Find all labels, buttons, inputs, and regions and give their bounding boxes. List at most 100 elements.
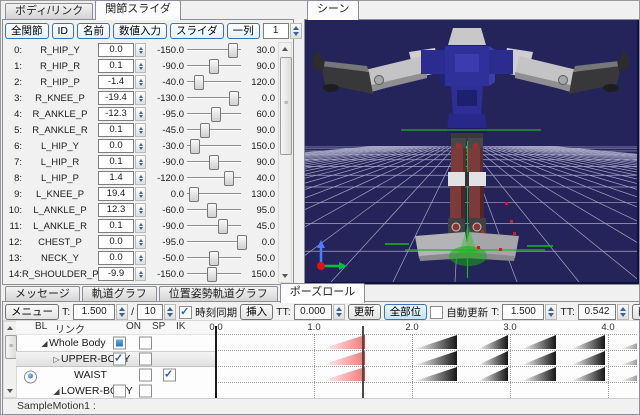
joint-value-input[interactable]: 0.1 [98, 155, 134, 169]
spin-down-icon[interactable] [139, 259, 143, 262]
spin-down-icon[interactable] [139, 147, 143, 150]
keyframe-wedge[interactable] [571, 351, 605, 365]
transition-time-spinner[interactable]: 0.000 [294, 304, 345, 320]
keyframe-wedge[interactable] [522, 335, 556, 349]
keyframe-wedge[interactable] [620, 367, 637, 381]
keyframe-wedge[interactable] [522, 351, 556, 365]
all-parts-button[interactable]: 全部位 [384, 304, 428, 320]
timeline-zero-line[interactable] [215, 326, 217, 398]
pose-roll-tab[interactable]: 位置姿勢軌道グラフ [159, 286, 278, 302]
joint-slider[interactable] [186, 122, 242, 138]
slider-handle[interactable] [189, 187, 199, 202]
timeline-ruler[interactable]: 0.01.02.03.04.0 [216, 321, 637, 334]
spinner-arrows-icon[interactable] [164, 304, 176, 320]
pose-timeline[interactable]: 0.01.02.03.04.0 [216, 321, 637, 398]
joint-slider[interactable] [186, 138, 242, 154]
joint-value-spinner-icon[interactable] [135, 171, 146, 185]
joint-value-input[interactable]: -19.4 [98, 91, 134, 105]
spin-down-icon[interactable] [119, 313, 125, 317]
sp-checkbox[interactable] [139, 353, 152, 366]
joint-slider[interactable] [186, 202, 242, 218]
spin-up-icon[interactable] [139, 223, 143, 226]
keyframe-wedge[interactable] [415, 351, 457, 365]
keyframe-wedge[interactable] [478, 335, 508, 349]
spin-down-icon[interactable] [139, 163, 143, 166]
keyframe-wedge-selected[interactable] [321, 335, 365, 349]
tree-row-lower-body[interactable]: ◢LOWER-BODY [16, 383, 216, 399]
keyframe-wedge[interactable] [571, 335, 605, 349]
spin-up-icon[interactable] [139, 207, 143, 210]
spinner-value[interactable]: 1 [263, 23, 289, 39]
spin-up-icon[interactable] [139, 47, 143, 50]
spin-up-icon[interactable] [139, 239, 143, 242]
scrollbar-thumb[interactable]: ≡ [280, 57, 292, 155]
keyframe-wedge-selected[interactable] [321, 351, 365, 365]
timeline-grid[interactable] [216, 334, 637, 398]
spin-up-icon[interactable] [139, 127, 143, 130]
menu-button[interactable]: メニュー [5, 304, 59, 320]
tree-row-whole-body[interactable]: ◢Whole Body [16, 335, 216, 351]
ik-checkbox[interactable] [163, 369, 176, 382]
spin-down-icon[interactable] [139, 275, 143, 278]
keyframe-wedge[interactable] [620, 335, 637, 349]
timeline-time-cursor[interactable] [362, 326, 364, 398]
spinner-arrows-icon[interactable] [290, 23, 302, 39]
on-checkbox[interactable] [113, 385, 126, 398]
spin-down-icon[interactable] [139, 243, 143, 246]
spin-down-icon[interactable] [139, 67, 143, 70]
joint-value-spinner-icon[interactable] [135, 155, 146, 169]
spin-down-icon[interactable] [139, 83, 143, 86]
scene-view[interactable] [304, 19, 640, 285]
pose-transition-time-spinner[interactable]: 0.542 [578, 304, 629, 320]
scroll-up-icon[interactable] [279, 43, 291, 55]
slider-handle[interactable] [211, 107, 221, 122]
current-time-spinner[interactable]: 1.500 [73, 304, 128, 320]
columns-spinner[interactable]: 1 [263, 23, 302, 39]
joint-value-spinner-icon[interactable] [135, 187, 146, 201]
spin-up-icon[interactable] [293, 26, 299, 30]
tree-scrollbar[interactable]: ≡ [3, 321, 17, 398]
joint-slider[interactable] [186, 42, 242, 58]
keyframe-wedge[interactable] [478, 351, 508, 365]
slider-handle[interactable] [228, 43, 238, 58]
sp-checkbox[interactable] [139, 337, 152, 350]
scroll-down-icon[interactable] [4, 385, 16, 397]
spin-down-icon[interactable] [620, 313, 626, 317]
joint-slider[interactable] [186, 266, 242, 282]
spin-up-icon[interactable] [548, 307, 554, 311]
joint-value-input[interactable]: 19.4 [98, 187, 134, 201]
joint-panel-tab[interactable]: 関節スライダ [95, 0, 181, 20]
spin-up-icon[interactable] [139, 271, 143, 274]
spinner-value[interactable]: 10 [137, 304, 163, 320]
joint-value-spinner-icon[interactable] [135, 43, 146, 57]
spinner-arrows-icon[interactable] [545, 304, 557, 320]
joint-slider[interactable] [186, 90, 242, 106]
spin-up-icon[interactable] [139, 111, 143, 114]
joint-value-spinner-icon[interactable] [135, 139, 146, 153]
spinner-value[interactable]: 1.500 [73, 304, 115, 320]
slider-handle[interactable] [229, 91, 239, 106]
joint-slider[interactable] [186, 74, 242, 90]
slider-handle[interactable] [237, 235, 247, 250]
spin-down-icon[interactable] [139, 115, 143, 118]
zmp-disc-marker[interactable] [449, 246, 487, 266]
keyframe-wedge[interactable] [522, 367, 556, 381]
joint-slider[interactable] [186, 218, 242, 234]
slider-handle[interactable] [190, 139, 200, 154]
scroll-up-icon[interactable] [4, 322, 16, 334]
joint-value-input[interactable]: -12.3 [98, 107, 134, 121]
expander-expanded-icon[interactable]: ◢ [52, 387, 61, 396]
tree-row-upper-body[interactable]: ▷UPPER-BODY [16, 351, 216, 367]
joint-value-spinner-icon[interactable] [135, 59, 146, 73]
delete-button[interactable]: 削除 [632, 304, 640, 320]
spin-up-icon[interactable] [167, 307, 173, 311]
keyframe-wedge[interactable] [415, 335, 457, 349]
spin-up-icon[interactable] [139, 159, 143, 162]
spin-up-icon[interactable] [336, 307, 342, 311]
spinner-arrows-icon[interactable] [617, 304, 629, 320]
keyframe-wedge[interactable] [415, 367, 457, 381]
joint-value-spinner-icon[interactable] [135, 75, 146, 89]
spin-up-icon[interactable] [139, 79, 143, 82]
joint-value-spinner-icon[interactable] [135, 235, 146, 249]
spin-down-icon[interactable] [139, 195, 143, 198]
